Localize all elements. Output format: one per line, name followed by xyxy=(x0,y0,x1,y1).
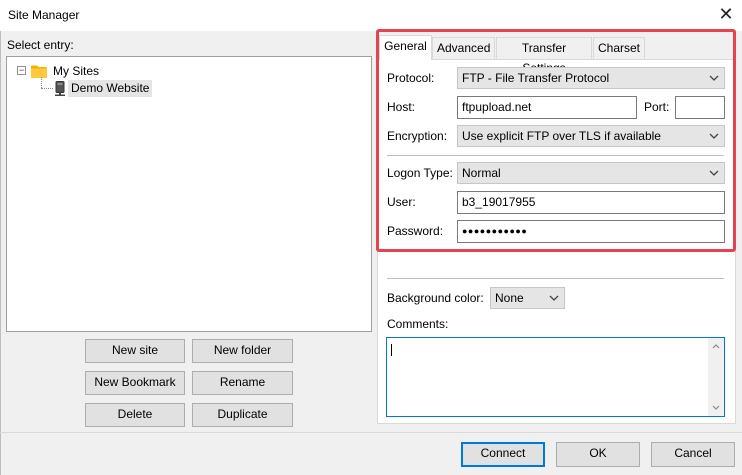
tree-line xyxy=(41,88,53,89)
cancel-button[interactable]: Cancel xyxy=(651,442,735,467)
window-border xyxy=(0,31,1,475)
tree-item-demo-website[interactable]: Demo Website xyxy=(68,80,153,97)
separator xyxy=(387,278,724,279)
new-site-button[interactable]: New site xyxy=(85,339,185,363)
folder-icon xyxy=(31,65,47,78)
close-icon[interactable]: ✕ xyxy=(716,4,736,26)
comments-textarea[interactable] xyxy=(386,337,725,417)
comments-label: Comments: xyxy=(387,317,449,331)
background-color-select[interactable]: None xyxy=(490,287,565,309)
highlight-box xyxy=(376,29,736,252)
rename-button[interactable]: Rename xyxy=(192,371,293,395)
window-title: Site Manager xyxy=(8,8,80,22)
connect-button[interactable]: Connect xyxy=(461,442,545,467)
text-caret xyxy=(391,344,392,356)
site-tree[interactable]: − My Sites Demo Website xyxy=(6,56,372,332)
chevron-down-icon xyxy=(549,295,559,301)
scroll-up-icon[interactable] xyxy=(712,343,720,349)
tree-line xyxy=(41,77,42,88)
tree-item-my-sites[interactable]: My Sites xyxy=(53,64,99,78)
title-bar xyxy=(0,0,742,31)
background-color-value: None xyxy=(495,291,524,305)
new-bookmark-button[interactable]: New Bookmark xyxy=(85,371,185,395)
background-color-label: Background color: xyxy=(387,291,484,305)
delete-button[interactable]: Delete xyxy=(85,403,185,427)
ok-button[interactable]: OK xyxy=(556,442,640,467)
collapse-icon[interactable]: − xyxy=(17,66,26,75)
select-entry-label: Select entry: xyxy=(7,38,74,52)
vertical-scrollbar[interactable] xyxy=(708,338,724,416)
duplicate-button[interactable]: Duplicate xyxy=(192,403,293,427)
scroll-down-icon[interactable] xyxy=(712,405,720,411)
new-folder-button[interactable]: New folder xyxy=(192,339,293,363)
server-icon xyxy=(55,81,65,96)
footer-separator xyxy=(0,432,742,433)
